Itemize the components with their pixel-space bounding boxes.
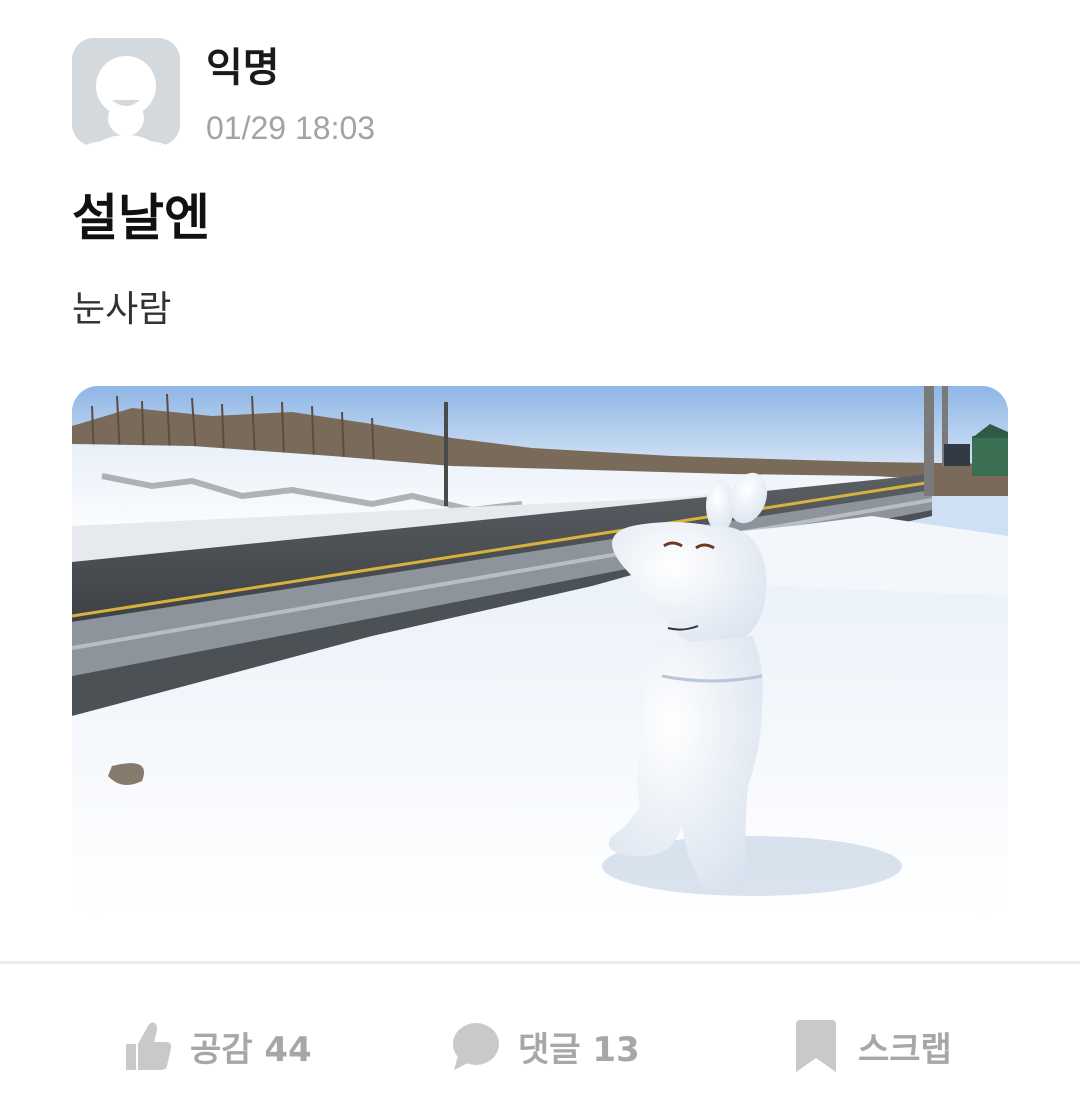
bookmark-icon xyxy=(792,1020,840,1072)
post-body: 눈사람 xyxy=(72,289,172,330)
post-photo[interactable] xyxy=(72,386,1008,914)
comment-button[interactable]: 댓글 13 xyxy=(452,1010,640,1082)
scrap-label: 스크랩 xyxy=(858,1029,952,1070)
post-detail: 익명 01/29 18:03 설날엔 눈사람 공감 44 댓글 13 스크랩 xyxy=(0,0,1080,1113)
like-button[interactable]: 공감 44 xyxy=(124,1010,312,1082)
thumbs-up-icon xyxy=(124,1020,172,1072)
author-name[interactable]: 익명 xyxy=(206,42,280,94)
post-title: 설날엔 xyxy=(72,189,210,247)
comment-label: 댓글 13 xyxy=(518,1029,640,1070)
anonymous-user-icon xyxy=(72,38,180,146)
like-label: 공감 44 xyxy=(190,1029,312,1070)
speech-bubble-icon xyxy=(452,1020,500,1072)
post-timestamp: 01/29 18:03 xyxy=(206,110,376,146)
avatar[interactable] xyxy=(72,38,180,146)
divider xyxy=(0,961,1080,964)
snowman-photo xyxy=(72,386,1008,914)
scrap-button[interactable]: 스크랩 xyxy=(792,1010,952,1082)
action-bar: 공감 44 댓글 13 스크랩 xyxy=(0,1010,1080,1082)
